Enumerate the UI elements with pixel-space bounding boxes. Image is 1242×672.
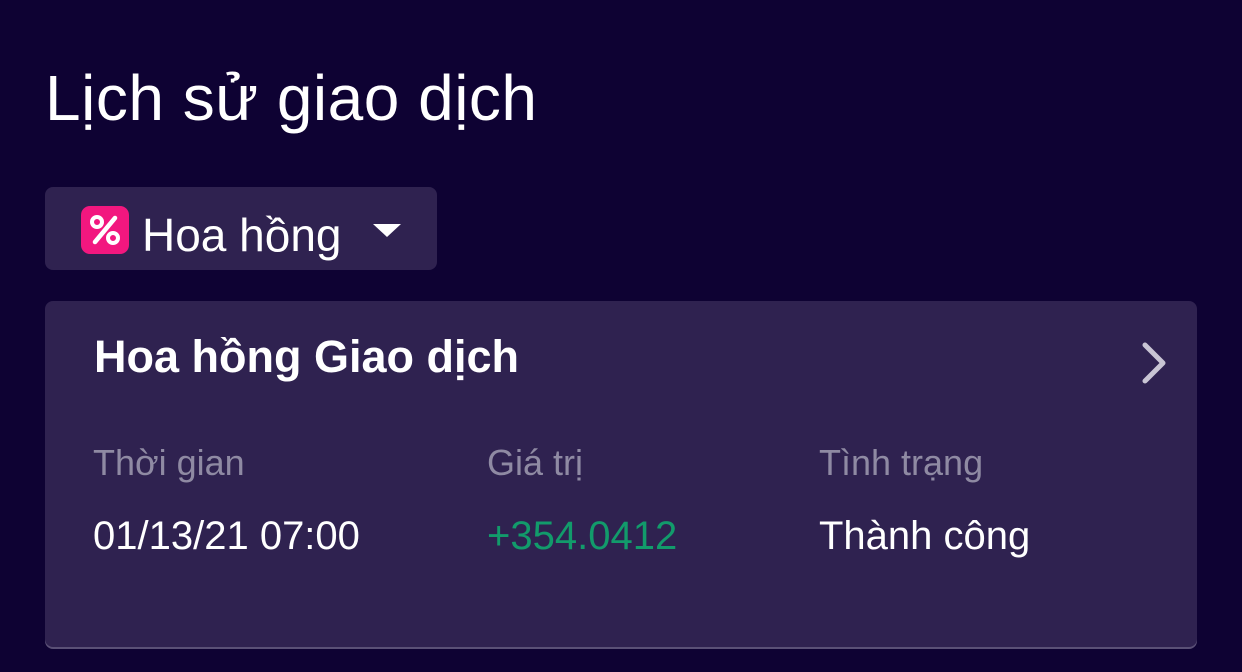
value-amount: +354.0412 bbox=[487, 514, 678, 558]
time-label: Thời gian bbox=[93, 442, 245, 483]
status-column: Tình trạng Thành công bbox=[819, 441, 1030, 561]
status-value: Thành công bbox=[819, 514, 1031, 558]
chevron-right-icon[interactable] bbox=[1137, 339, 1171, 387]
caret-down-icon bbox=[373, 224, 401, 237]
page-title: Lịch sử giao dịch bbox=[45, 62, 538, 134]
time-value: 01/13/21 07:00 bbox=[93, 514, 360, 558]
time-column: Thời gian 01/13/21 07:00 bbox=[93, 441, 360, 561]
value-column: Giá trị +354.0412 bbox=[487, 441, 677, 561]
dropdown-selected-label: Hoa hồng bbox=[142, 209, 342, 261]
transaction-title: Hoa hồng Giao dịch bbox=[94, 331, 519, 382]
transaction-type-dropdown[interactable]: Hoa hồng bbox=[45, 187, 437, 270]
transaction-card[interactable]: Hoa hồng Giao dịch Thời gian 01/13/21 07… bbox=[45, 301, 1197, 647]
status-label: Tình trạng bbox=[819, 442, 984, 483]
percent-icon bbox=[81, 206, 129, 254]
value-label: Giá trị bbox=[487, 442, 584, 483]
